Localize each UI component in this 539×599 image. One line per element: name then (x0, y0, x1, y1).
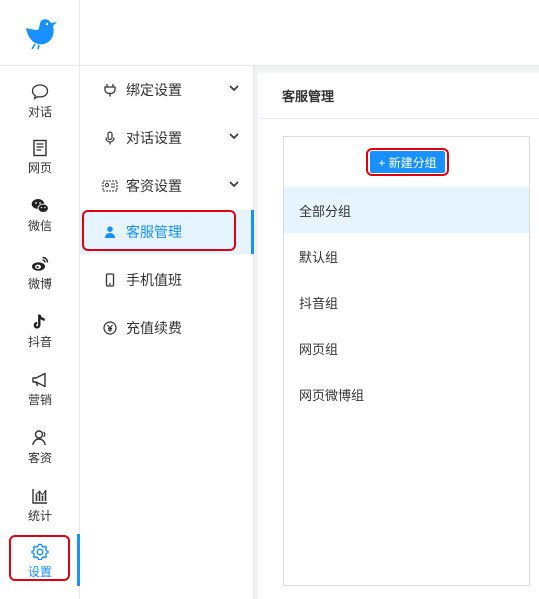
page-title: 客服管理 (258, 73, 539, 119)
submenu-label: 绑定设置 (126, 83, 182, 99)
submenu-item-recharge[interactable]: 充值续费 (80, 306, 254, 350)
group-item-webpage-weibo[interactable]: 网页微博组 (284, 371, 529, 417)
rail-label: 微信 (27, 218, 52, 233)
chevron-down-icon[interactable] (228, 82, 240, 94)
bar-chart-icon (32, 488, 47, 504)
top-bar (80, 0, 539, 66)
rail-item-marketing[interactable]: 营销 (0, 362, 80, 414)
rail-item-webpage[interactable]: 网页 (0, 130, 80, 182)
plug-icon (104, 84, 116, 97)
microphone-icon (105, 131, 115, 145)
weibo-icon (32, 256, 49, 271)
rail-label: 设置 (27, 564, 52, 579)
logo (0, 0, 80, 66)
rail-label: 客资 (27, 450, 52, 465)
submenu-label: 手机值班 (126, 273, 182, 289)
main-area: 客服管理 + 新建分组 全部分组 默认组 抖音组 网页组 网页微博组 (254, 66, 539, 599)
submenu-label: 客资设置 (126, 179, 182, 195)
submenu-item-dialog[interactable]: 对话设置 (80, 116, 254, 160)
icon-rail: 对话 网页 微信 微博 抖音 营销 客资 统计 设置 (0, 0, 80, 599)
rail-label: 网页 (27, 160, 52, 175)
submenu-label: 充值续费 (126, 321, 182, 337)
chevron-down-icon[interactable] (228, 130, 240, 142)
rail-label: 微博 (27, 276, 52, 291)
content-panel: 客服管理 + 新建分组 全部分组 默认组 抖音组 网页组 网页微博组 (258, 73, 539, 599)
group-item-default[interactable]: 默认组 (284, 233, 529, 279)
customers-icon (32, 429, 46, 445)
rail-label: 统计 (27, 508, 52, 523)
new-group-button[interactable]: + 新建分组 (370, 151, 445, 173)
rail-item-weibo[interactable]: 微博 (0, 246, 80, 298)
group-label: 网页微博组 (299, 388, 365, 404)
submenu-item-agent-management[interactable]: 客服管理 (80, 210, 254, 254)
webpage-icon (33, 139, 47, 156)
rail-item-statistics[interactable]: 统计 (0, 478, 80, 530)
submenu-label: 对话设置 (126, 131, 182, 147)
rail-item-settings[interactable]: 设置 (0, 534, 80, 586)
rail-item-chat[interactable]: 对话 (0, 74, 80, 126)
id-card-icon (102, 180, 118, 192)
rail-item-customers[interactable]: 客资 (0, 420, 80, 472)
rail-label: 对话 (27, 104, 52, 119)
rail-item-wechat[interactable]: 微信 (0, 188, 80, 240)
rail-item-douyin[interactable]: 抖音 (0, 304, 80, 356)
submenu-item-customer-settings[interactable]: 客资设置 (80, 164, 254, 208)
group-label: 网页组 (299, 342, 339, 358)
douyin-icon (33, 314, 45, 328)
megaphone-icon (32, 372, 46, 387)
rail-label: 营销 (27, 392, 52, 407)
yen-icon (103, 321, 117, 335)
bird-logo-icon (26, 18, 57, 49)
mobile-icon (105, 273, 115, 287)
submenu-item-binding[interactable]: 绑定设置 (80, 68, 254, 112)
group-label: 抖音组 (299, 296, 339, 312)
group-item-webpage[interactable]: 网页组 (284, 325, 529, 371)
group-item-all[interactable]: 全部分组 (284, 187, 529, 233)
gear-icon (31, 543, 49, 560)
wechat-icon (31, 198, 49, 213)
settings-submenu: 绑定设置 对话设置 客资设置 客服管理 手机值班 充值续费 (80, 66, 254, 599)
submenu-item-mobile-duty[interactable]: 手机值班 (80, 258, 254, 302)
chevron-down-icon[interactable] (228, 178, 240, 190)
group-label: 默认组 (299, 250, 339, 266)
group-list-box: + 新建分组 全部分组 默认组 抖音组 网页组 网页微博组 (283, 136, 530, 586)
submenu-label: 客服管理 (126, 225, 182, 241)
group-item-douyin[interactable]: 抖音组 (284, 279, 529, 325)
rail-label: 抖音 (27, 334, 52, 349)
user-icon (104, 226, 116, 238)
group-label: 全部分组 (299, 204, 352, 220)
chat-bubble-icon (31, 83, 49, 100)
